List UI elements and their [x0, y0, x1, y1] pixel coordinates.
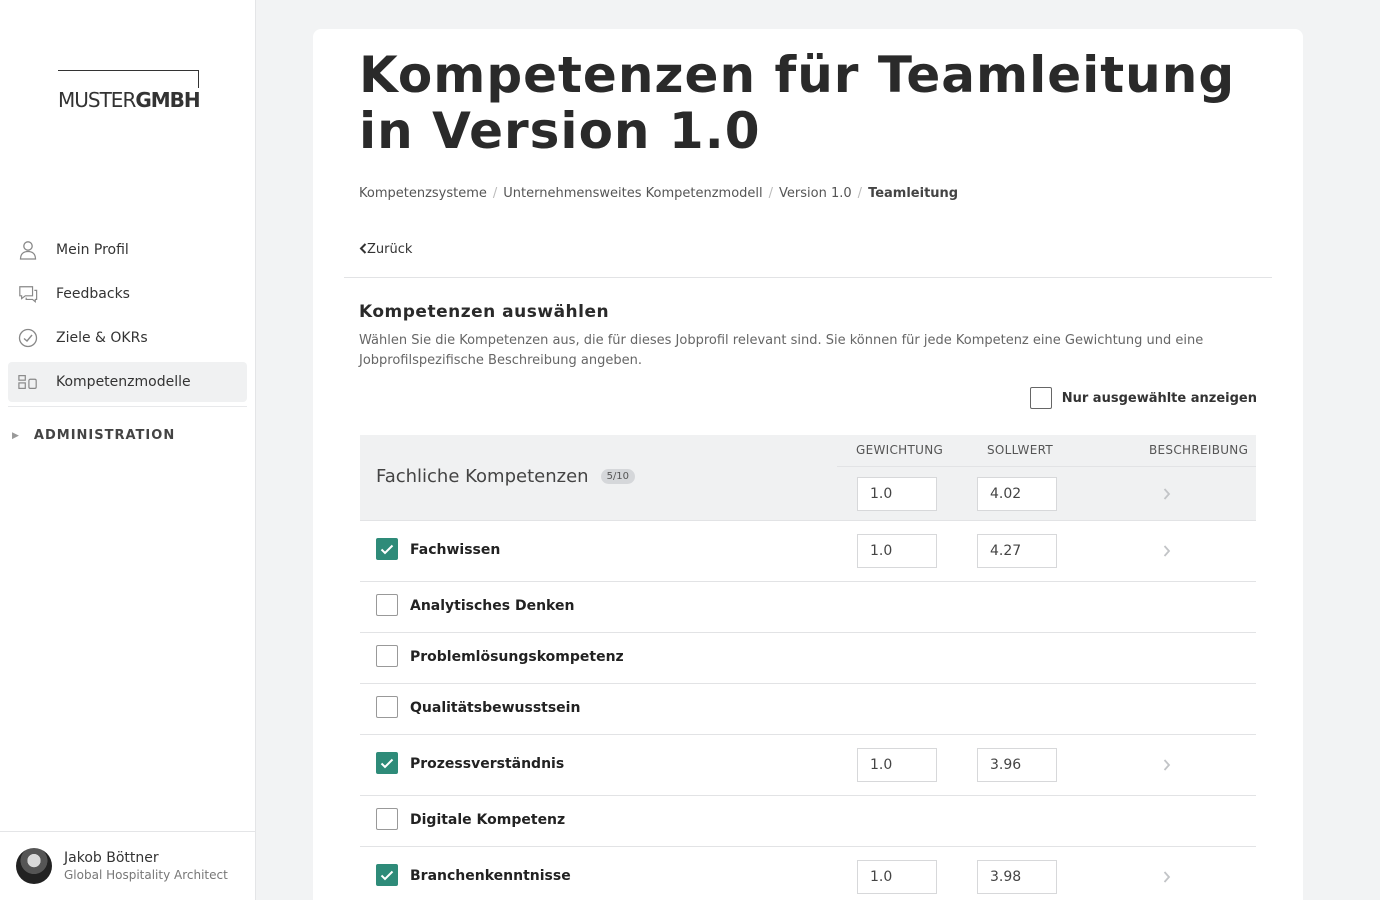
filter-label: Nur ausgewählte anzeigen	[1061, 390, 1257, 406]
group-name: Fachliche Kompetenzen	[376, 466, 589, 487]
table-group-header: Fachliche Kompetenzen 5/10 GEWICHTUNG SO…	[360, 435, 1256, 521]
row-weight-input[interactable]: 1.0	[857, 534, 937, 568]
table-row: Digitale Kompetenz	[360, 796, 1256, 847]
row-checkbox[interactable]	[376, 808, 398, 830]
nav-item-label: Ziele & OKRs	[56, 330, 148, 346]
chevron-right-icon[interactable]	[1162, 486, 1172, 502]
nav-item-label: Mein Profil	[56, 242, 129, 258]
sidebar: MUSTERGMBH Mein Profil Feedbacks Ziele &…	[0, 0, 256, 900]
check-circle-icon	[18, 328, 38, 348]
group-target-input[interactable]: 4.02	[977, 477, 1057, 511]
nav-item-feedbacks[interactable]: Feedbacks	[8, 274, 247, 314]
column-header-weight: GEWICHTUNG	[856, 443, 944, 457]
breadcrumb-separator: /	[492, 186, 498, 201]
row-checkbox[interactable]	[376, 696, 398, 718]
logo-text: MUSTERGMBH	[58, 88, 202, 112]
row-label: Qualitätsbewusstsein	[410, 700, 581, 716]
breadcrumb-separator: /	[857, 186, 863, 201]
user-name: Jakob Böttner	[64, 850, 159, 866]
row-target-input[interactable]: 4.27	[977, 534, 1057, 568]
table-row: Prozessverständnis 1.0 3.96	[360, 735, 1256, 796]
row-label: Prozessverständnis	[410, 756, 565, 772]
nav-item-label: Kompetenzmodelle	[56, 374, 191, 390]
row-label: Fachwissen	[410, 542, 501, 558]
checkmark-icon	[380, 544, 394, 554]
row-label: Digitale Kompetenz	[410, 812, 566, 828]
breadcrumb-item[interactable]: Version 1.0	[779, 186, 852, 201]
company-logo[interactable]: MUSTERGMBH	[58, 70, 202, 112]
nav-divider	[8, 406, 247, 407]
chevron-right-icon[interactable]	[1162, 869, 1172, 885]
row-checkbox[interactable]	[376, 645, 398, 667]
user-icon	[18, 240, 38, 260]
logo-text-part2: GMBH	[135, 88, 200, 112]
chat-icon	[18, 284, 38, 304]
back-link-label: Zurück	[367, 242, 413, 257]
row-label: Analytisches Denken	[410, 598, 575, 614]
breadcrumb: Kompetenzsysteme / Unternehmensweites Kom…	[359, 186, 958, 201]
section-title: Kompetenzen auswählen	[359, 302, 610, 322]
nav-admin-toggle[interactable]: ▶ ADMINISTRATION	[12, 428, 175, 443]
main-nav: Mein Profil Feedbacks Ziele & OKRs Kompe…	[8, 230, 247, 407]
row-weight-input[interactable]: 1.0	[857, 748, 937, 782]
competency-table: Fachliche Kompetenzen 5/10 GEWICHTUNG SO…	[360, 435, 1256, 900]
row-target-input[interactable]: 3.98	[977, 860, 1057, 894]
row-label: Problemlösungskompetenz	[410, 649, 624, 665]
model-icon	[18, 372, 38, 392]
chevron-right-icon[interactable]	[1162, 543, 1172, 559]
breadcrumb-current: Teamleitung	[868, 186, 959, 201]
row-checkbox[interactable]	[376, 864, 398, 886]
header-divider	[837, 466, 1256, 467]
table-row: Branchenkenntnisse 1.0 3.98	[360, 847, 1256, 900]
column-header-target: SOLLWERT	[987, 443, 1053, 457]
checkmark-icon	[380, 758, 394, 768]
filter-selected-only[interactable]: Nur ausgewählte anzeigen	[1029, 387, 1257, 409]
row-target-input[interactable]: 3.96	[977, 748, 1057, 782]
logo-text-part1: MUSTER	[58, 88, 136, 112]
row-label: Branchenkenntnisse	[410, 868, 571, 884]
checkmark-icon	[380, 870, 394, 880]
column-header-description: BESCHREIBUNG	[1149, 443, 1249, 457]
breadcrumb-separator: /	[768, 186, 774, 201]
chevron-right-icon[interactable]	[1162, 757, 1172, 773]
row-weight-input[interactable]: 1.0	[857, 860, 937, 894]
group-title: Fachliche Kompetenzen 5/10	[376, 466, 636, 487]
user-profile[interactable]: Jakob Böttner Global Hospitality Archite…	[0, 831, 255, 900]
user-role: Global Hospitality Architect	[64, 868, 228, 882]
content-card: Kompetenzen für Teamleitung in Version 1…	[313, 29, 1303, 900]
row-checkbox[interactable]	[376, 538, 398, 560]
page-title: Kompetenzen für Teamleitung in Version 1…	[359, 46, 1236, 160]
group-weight-input[interactable]: 1.0	[857, 477, 937, 511]
avatar	[16, 848, 52, 884]
nav-item-mein-profil[interactable]: Mein Profil	[8, 230, 247, 270]
caret-right-icon: ▶	[12, 430, 20, 441]
table-row: Analytisches Denken	[360, 582, 1256, 633]
nav-item-ziele-okrs[interactable]: Ziele & OKRs	[8, 318, 247, 358]
breadcrumb-item[interactable]: Unternehmensweites Kompetenzmodell	[503, 186, 762, 201]
filter-checkbox[interactable]	[1029, 387, 1052, 409]
back-link[interactable]: Zurück	[359, 242, 412, 257]
nav-item-label: Feedbacks	[56, 286, 130, 302]
nav-item-kompetenzmodelle[interactable]: Kompetenzmodelle	[8, 362, 247, 402]
section-description: Wählen Sie die Kompetenzen aus, die für …	[359, 333, 1204, 368]
group-count-badge: 5/10	[600, 469, 636, 484]
divider	[344, 277, 1272, 278]
row-checkbox[interactable]	[376, 594, 398, 616]
admin-label: ADMINISTRATION	[33, 428, 176, 443]
chevron-left-icon	[359, 243, 367, 254]
table-row: Qualitätsbewusstsein	[360, 684, 1256, 735]
breadcrumb-item[interactable]: Kompetenzsysteme	[359, 186, 487, 201]
table-row: Fachwissen 1.0 4.27	[360, 521, 1256, 582]
table-row: Problemlösungskompetenz	[360, 633, 1256, 684]
row-checkbox[interactable]	[376, 752, 398, 774]
